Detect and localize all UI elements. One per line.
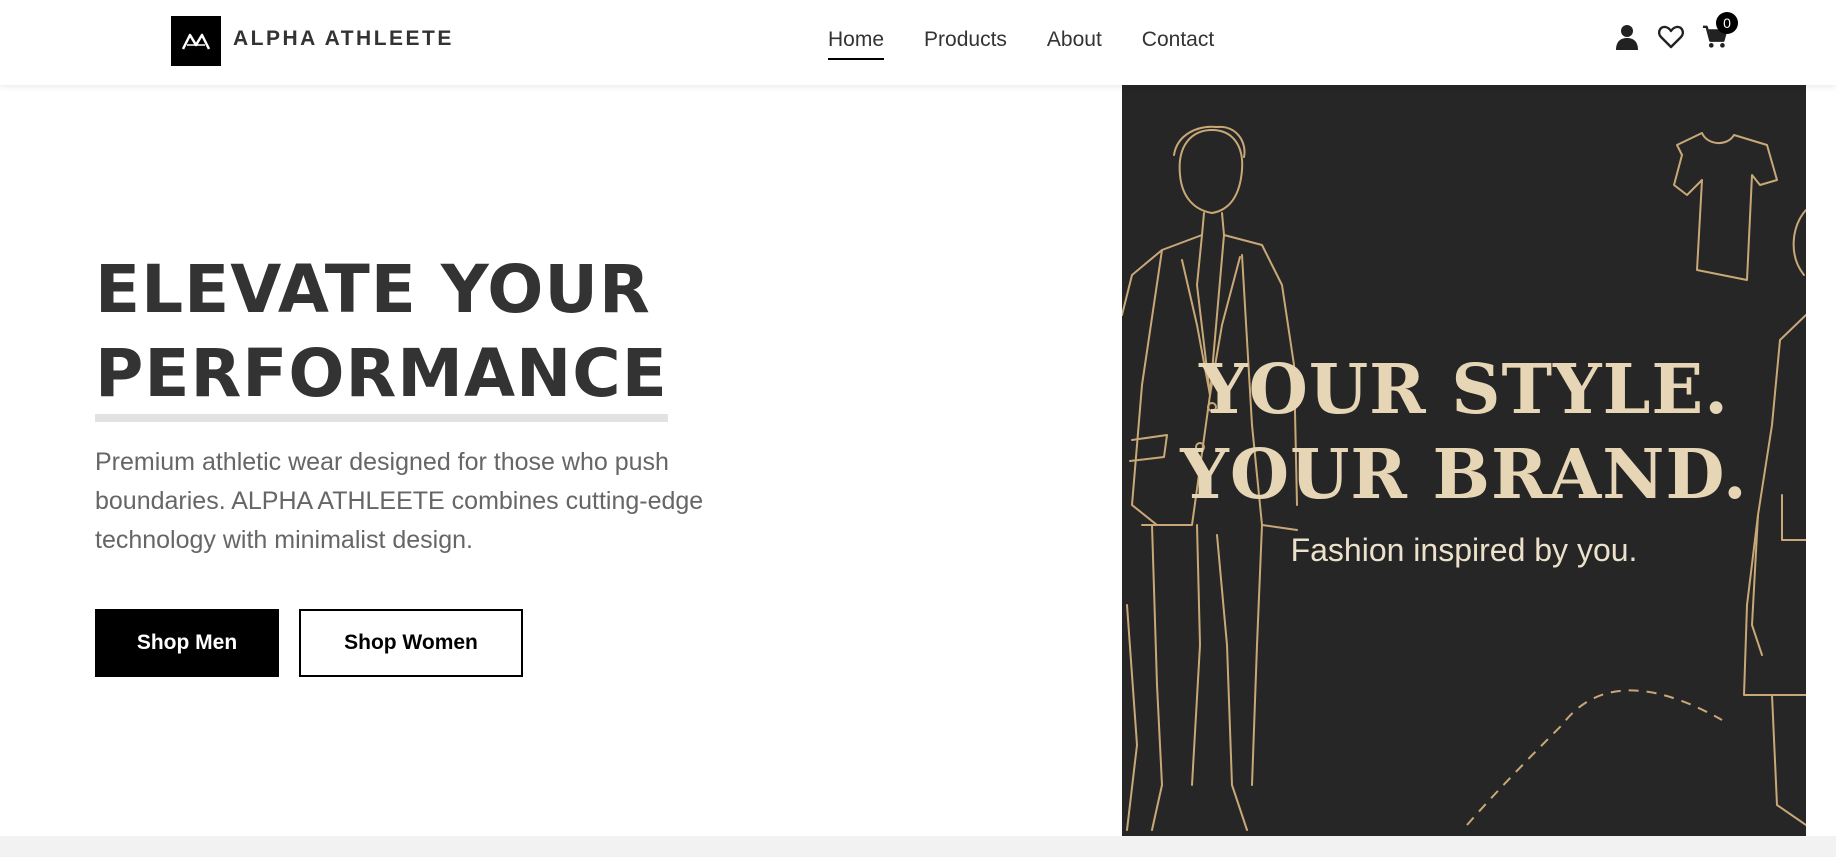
image-heading-line2: YOUR BRAND. — [1180, 435, 1748, 515]
nav-about[interactable]: About — [1047, 28, 1102, 60]
account-button[interactable] — [1614, 24, 1640, 50]
cart-count-badge: 0 — [1716, 12, 1738, 34]
shop-men-button[interactable]: Shop Men — [95, 609, 279, 677]
logo[interactable] — [171, 16, 221, 66]
hero-title-line1: ELEVATE YOUR — [95, 251, 651, 328]
shop-women-button[interactable]: Shop Women — [299, 609, 523, 677]
main-nav: Home Products About Contact — [828, 28, 1214, 60]
hero-image: YOUR STYLE. YOUR BRAND. Fashion inspired… — [1122, 85, 1806, 836]
hero-title-line2: PERFORMANCE — [95, 334, 668, 422]
next-section-edge — [0, 836, 1836, 857]
wishlist-button[interactable] — [1658, 24, 1684, 50]
hero-description: Premium athletic wear designed for those… — [95, 448, 704, 554]
nav-contact[interactable]: Contact — [1142, 28, 1214, 60]
site-header: ALPHA ATHLEETE Home Products About Conta… — [0, 0, 1836, 85]
nav-home[interactable]: Home — [828, 28, 885, 60]
image-heading-line1: YOUR STYLE. — [1199, 350, 1729, 430]
header-icons: 0 — [1614, 12, 1738, 50]
cart-button[interactable]: 0 — [1702, 12, 1738, 50]
user-icon — [1616, 25, 1638, 50]
brand-name[interactable]: ALPHA ATHLEETE — [233, 27, 454, 51]
mountain-logo-icon — [181, 33, 211, 50]
hero-title: ELEVATE YOUR PERFORMANCE — [95, 248, 668, 422]
image-subheading: Fashion inspired by you. — [1290, 532, 1638, 568]
nav-products[interactable]: Products — [924, 28, 1007, 60]
heart-icon — [1658, 25, 1684, 49]
